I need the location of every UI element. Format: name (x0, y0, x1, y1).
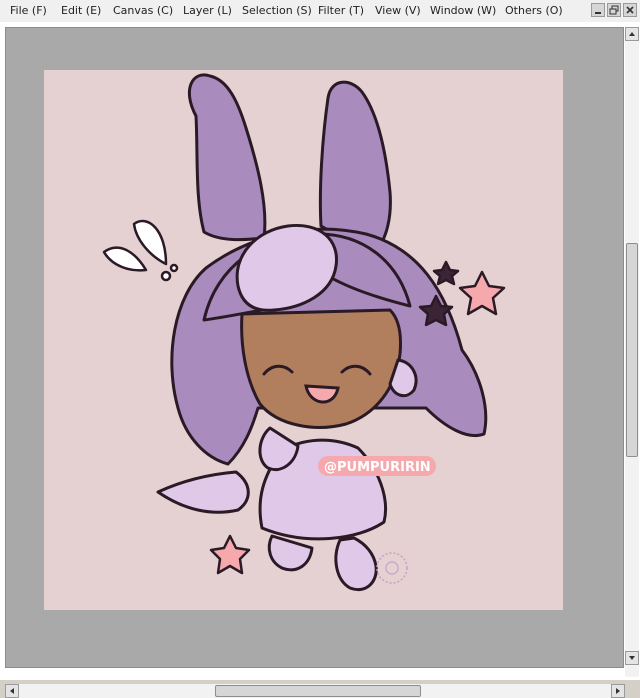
watermark-badge: @PUMPURIRIN (318, 456, 436, 476)
minimize-button[interactable] (591, 3, 605, 17)
scroll-right-button[interactable] (611, 684, 625, 698)
canvas-area[interactable]: @PUMPURIRIN (5, 27, 624, 668)
scroll-down-button[interactable] (625, 651, 639, 665)
arrow-left-icon (10, 688, 14, 694)
sparkle-dot-1 (160, 270, 172, 282)
menu-bar: File (F) Edit (E) Canvas (C) Layer (L) S… (0, 0, 640, 23)
menu-edit[interactable]: Edit (E) (61, 4, 101, 17)
scroll-up-button[interactable] (625, 27, 639, 41)
horizontal-scrollbar[interactable] (5, 684, 625, 698)
sparkle-dot-2 (169, 263, 179, 273)
vertical-scroll-thumb[interactable] (626, 243, 638, 457)
menu-layer[interactable]: Layer (L) (183, 4, 232, 17)
watermark-text: @PUMPURIRIN (324, 460, 431, 475)
close-icon (626, 6, 634, 14)
artwork-canvas[interactable]: @PUMPURIRIN (6, 28, 623, 667)
menu-canvas[interactable]: Canvas (C) (113, 4, 173, 17)
scroll-left-button[interactable] (5, 684, 19, 698)
horizontal-scroll-thumb[interactable] (215, 685, 421, 697)
arrow-right-icon (616, 688, 620, 694)
canvas-viewport: @PUMPURIRIN (0, 22, 640, 698)
close-button[interactable] (623, 3, 637, 17)
arrow-down-icon (629, 656, 635, 660)
menu-window[interactable]: Window (W) (430, 4, 496, 17)
vertical-scrollbar[interactable] (625, 27, 639, 677)
arrow-up-icon (629, 32, 635, 36)
menu-view[interactable]: View (V) (375, 4, 421, 17)
minimize-icon (595, 12, 601, 14)
menu-file[interactable]: File (F) (10, 4, 47, 17)
menu-selection[interactable]: Selection (S) (242, 4, 312, 17)
restore-icon (609, 5, 619, 15)
menu-others[interactable]: Others (O) (505, 4, 563, 17)
menu-filter[interactable]: Filter (T) (318, 4, 364, 17)
restore-button[interactable] (607, 3, 621, 17)
